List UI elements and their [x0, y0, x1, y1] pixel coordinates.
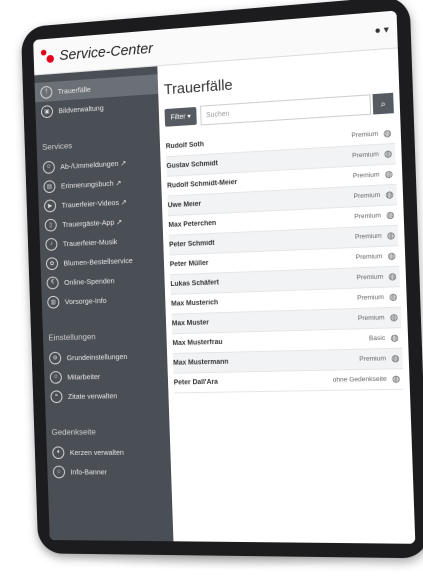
- flower-icon: ✿: [45, 256, 59, 270]
- status-label: Premium: [359, 355, 387, 363]
- quote-icon: ❝: [50, 389, 63, 403]
- globe-icon[interactable]: ◍: [383, 128, 392, 140]
- status-label: ohne Gedenkseite: [332, 375, 387, 384]
- person-icon: ☺: [42, 160, 55, 174]
- globe-icon[interactable]: ◍: [385, 169, 394, 181]
- case-list: Rudolf Soth Premium ◍ Gustav Schmidt Premiu…: [165, 123, 404, 394]
- book-icon: ▤: [43, 179, 56, 193]
- status-label: Premium: [354, 212, 382, 221]
- main-content: Trauerfälle Filter ▾ Suchen ⌕ Rudolf Sot…: [157, 48, 416, 544]
- deceased-name: Rudolf Soth: [165, 141, 205, 151]
- globe-icon[interactable]: ◍: [386, 210, 395, 222]
- globe-icon[interactable]: ◍: [391, 353, 400, 364]
- table-row[interactable]: Peter Dall'Ara ohne Gedenkseite ◍: [173, 369, 404, 394]
- donation-icon: €: [46, 275, 59, 289]
- document-icon: ▥: [47, 295, 60, 309]
- candle-icon: ♦: [52, 445, 65, 459]
- user-icon: ●: [374, 24, 381, 37]
- logo-icon: [40, 49, 55, 63]
- gear-icon: ⚙: [48, 351, 62, 365]
- settings-title: Einstellungen: [48, 331, 96, 343]
- sidebar: † Trauerfälle ▣ Bildverwaltung Services ☺ A…: [34, 66, 174, 542]
- phone-icon: ▯: [44, 218, 57, 232]
- music-icon: ♪: [45, 237, 58, 251]
- search-icon[interactable]: ⌕: [372, 92, 394, 115]
- sidebar-item-setting[interactable]: ❝ Zitate verwalten: [45, 385, 169, 406]
- status-label: Premium: [351, 130, 379, 140]
- globe-icon[interactable]: ◍: [390, 332, 399, 343]
- app-title: Service-Center: [59, 39, 154, 64]
- deceased-name: Rudolf Schmidt-Meier: [167, 179, 238, 190]
- page-title: Trauerfälle: [163, 76, 233, 99]
- deceased-name: Max Musterich: [171, 299, 219, 308]
- users-icon: ☺: [49, 370, 62, 384]
- filter-button[interactable]: Filter ▾: [164, 106, 197, 127]
- play-icon: ▶: [43, 198, 57, 212]
- deceased-name: Max Musterfrau: [172, 338, 223, 348]
- image-icon: ▣: [40, 104, 54, 118]
- status-label: Premium: [357, 314, 385, 323]
- globe-icon[interactable]: ◍: [385, 189, 394, 201]
- deceased-name: Max Peterchen: [168, 219, 217, 229]
- tablet-screen: Service-Center ● ▾ † Trauerfälle ▣ Bildver…: [33, 10, 416, 544]
- globe-icon[interactable]: ◍: [387, 230, 396, 242]
- status-label: Premium: [351, 150, 379, 160]
- cross-icon: †: [40, 85, 53, 99]
- globe-icon[interactable]: ◍: [384, 148, 393, 160]
- globe-icon[interactable]: ◍: [389, 291, 398, 303]
- deceased-name: Lukas Schäfert: [170, 279, 220, 289]
- status-label: Premium: [356, 293, 384, 302]
- star-icon: ☆: [52, 465, 66, 478]
- status-label: Premium: [353, 191, 381, 201]
- search-input[interactable]: Suchen: [200, 94, 372, 126]
- globe-icon[interactable]: ◍: [390, 312, 399, 323]
- status-label: Premium: [352, 171, 380, 180]
- status-label: Premium: [356, 273, 384, 282]
- deceased-name: Peter Schmidt: [169, 239, 215, 249]
- globe-icon[interactable]: ◍: [387, 250, 396, 262]
- user-menu[interactable]: ● ▾: [374, 24, 389, 36]
- globe-icon[interactable]: ◍: [388, 271, 397, 283]
- sidebar-item-memorial[interactable]: ☆ Info-Banner: [47, 461, 171, 481]
- deceased-name: Max Muster: [171, 319, 210, 328]
- sidebar-item-setting[interactable]: ⚙ Grundeinstellungen: [43, 345, 167, 367]
- deceased-name: Gustav Schmidt: [166, 160, 218, 170]
- filter-bar: Filter ▾ Suchen ⌕: [164, 92, 394, 128]
- tablet-device: Service-Center ● ▾ † Trauerfälle ▣ Bildver…: [20, 0, 423, 559]
- deceased-name: Peter Dall'Ara: [173, 378, 219, 387]
- status-label: Premium: [354, 232, 382, 241]
- memorial-title: Gedenkseite: [51, 426, 96, 437]
- deceased-name: Max Mustermann: [173, 358, 229, 367]
- sidebar-item-memorial[interactable]: ♦ Kerzen verwalten: [47, 442, 171, 462]
- status-label: Basic: [368, 334, 386, 343]
- sidebar-item-setting[interactable]: ☺ Mitarbeiter: [44, 365, 168, 387]
- deceased-name: Peter Müller: [169, 259, 209, 269]
- globe-icon[interactable]: ◍: [392, 373, 401, 384]
- deceased-name: Uwe Meier: [167, 200, 202, 210]
- status-label: Premium: [355, 253, 383, 262]
